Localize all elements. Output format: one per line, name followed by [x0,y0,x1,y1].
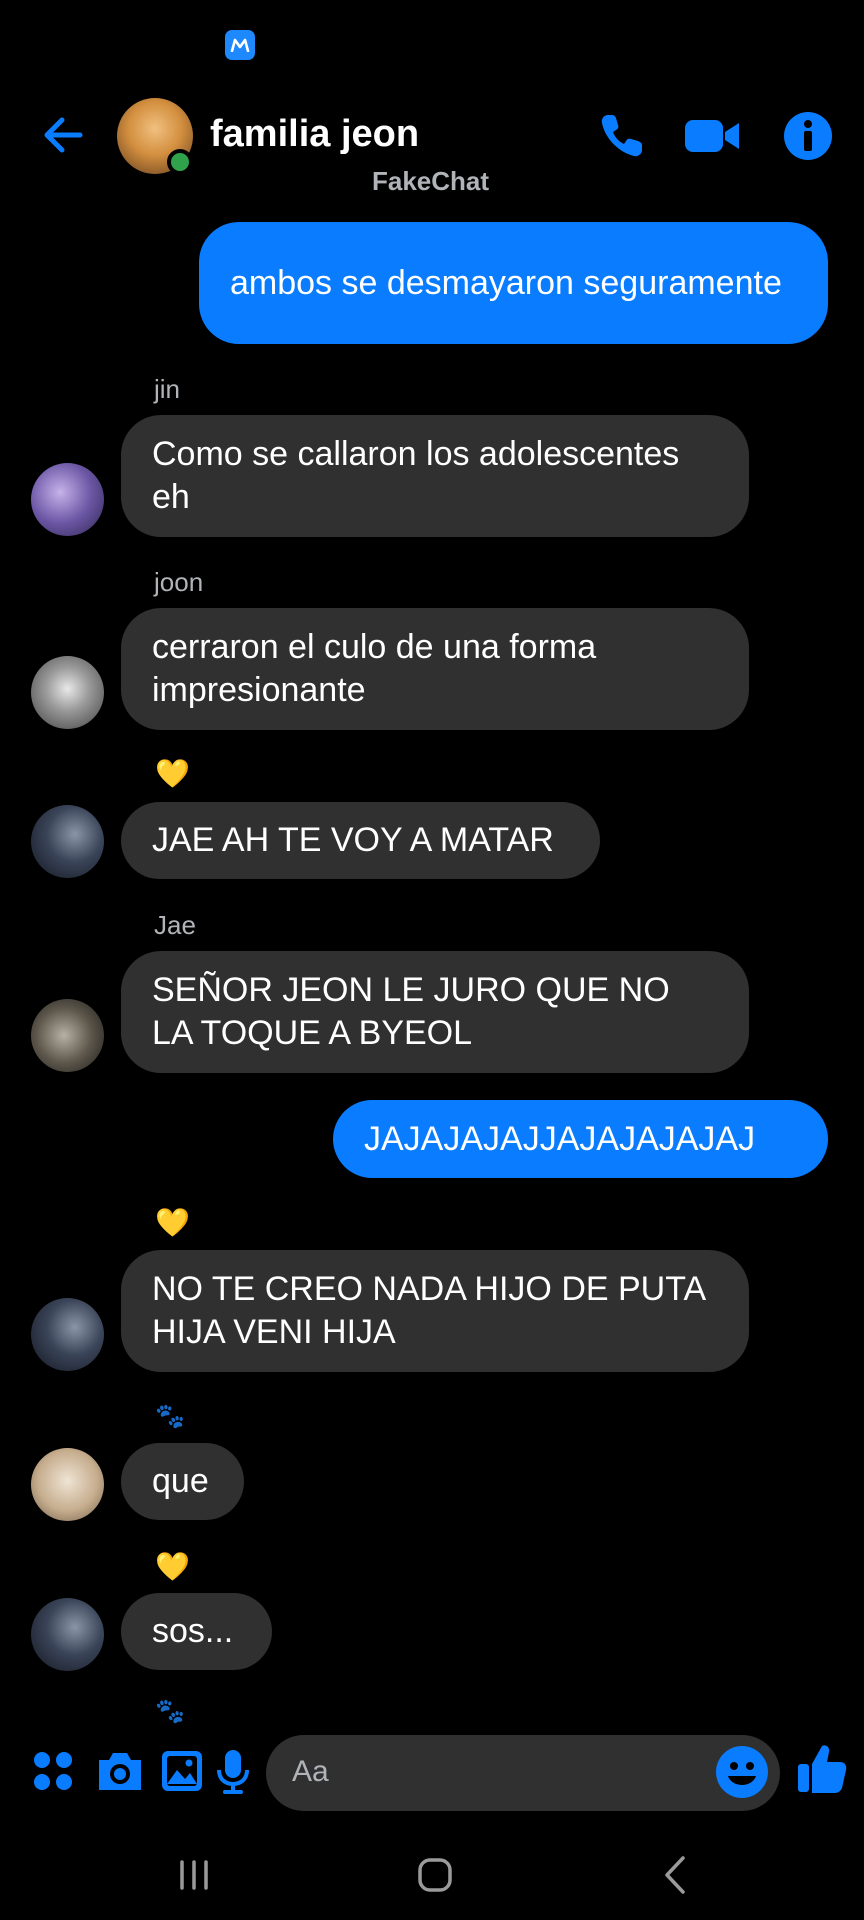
typing-indicator-icon: 🐾 [155,1698,185,1725]
phone-icon[interactable] [596,110,648,162]
paw-reaction-icon: 🐾 [155,1403,185,1430]
message-composer: Aa [0,1728,864,1818]
back-nav-icon[interactable] [647,1850,707,1900]
carrier-logo-icon [225,30,255,60]
gallery-icon[interactable] [159,1748,205,1794]
heart-reaction-icon: 💛 [155,758,190,789]
back-arrow-icon[interactable] [40,110,90,160]
message-input-placeholder: Aa [292,1755,329,1788]
home-icon[interactable] [405,1850,465,1900]
avatar[interactable] [31,1598,104,1671]
avatar[interactable] [31,1448,104,1521]
incoming-message[interactable]: NO TE CREO NADA HIJO DE PUTA HIJA VENI H… [121,1250,749,1372]
outgoing-message[interactable]: JAJAJAJAJJAJAJAJAJAJ [333,1100,828,1178]
message-input[interactable]: Aa [266,1735,780,1811]
avatar[interactable] [31,1298,104,1371]
thumbs-up-icon[interactable] [796,1742,848,1796]
incoming-message[interactable]: cerraron el culo de una forma impresiona… [121,608,749,730]
camera-icon[interactable] [95,1748,145,1794]
incoming-message[interactable]: sos... [121,1593,272,1670]
avatar[interactable] [31,805,104,878]
system-navigation-bar [0,1840,864,1920]
recent-apps-icon[interactable] [164,1850,224,1900]
avatar[interactable] [31,463,104,536]
online-status-dot [167,149,193,175]
emoji-icon[interactable] [714,1744,770,1800]
video-camera-icon[interactable] [683,110,741,162]
apps-grid-icon[interactable] [30,1748,76,1794]
incoming-message[interactable]: que [121,1443,244,1520]
avatar[interactable] [31,656,104,729]
chat-subtitle: FakeChat [372,166,490,196]
incoming-message[interactable]: SEÑOR JEON LE JURO QUE NO LA TOQUE A BYE… [121,951,749,1073]
heart-reaction-icon: 💛 [155,1207,190,1238]
sender-name: joon [154,567,204,597]
avatar[interactable] [31,999,104,1072]
incoming-message[interactable]: Como se callaron los adolescentes eh [121,415,749,537]
sender-name: Jae [154,910,196,940]
incoming-message[interactable]: JAE AH TE VOY A MATAR [121,802,600,879]
chat-header: familia jeon FakeChat [0,95,864,205]
info-icon[interactable] [782,110,834,162]
outgoing-message[interactable]: ambos se desmayaron seguramente [199,222,828,344]
sender-name: jin [154,374,181,404]
chat-title[interactable]: familia jeon [210,113,419,156]
microphone-icon[interactable] [213,1748,253,1794]
heart-reaction-icon: 💛 [155,1551,190,1582]
